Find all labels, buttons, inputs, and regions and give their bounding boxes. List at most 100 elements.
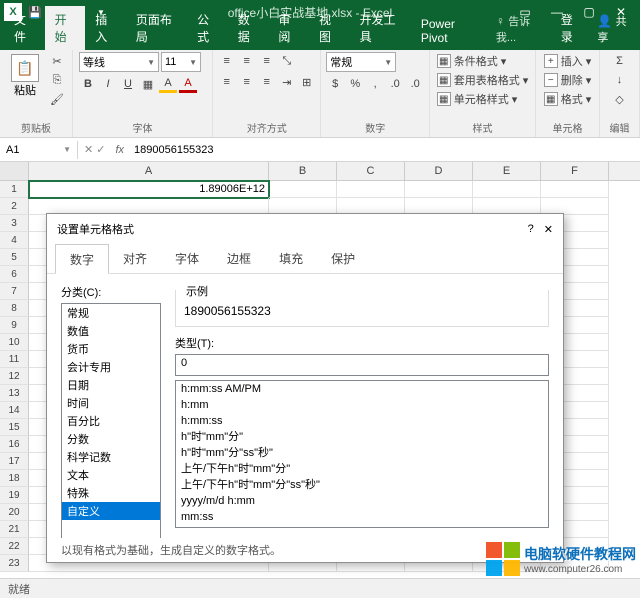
cell[interactable] (541, 181, 609, 198)
type-item[interactable]: mm:ss (176, 509, 548, 525)
font-name-combo[interactable]: 等线▼ (79, 52, 159, 72)
fx-icon[interactable]: fx (111, 144, 128, 156)
row-header[interactable]: 22 (0, 538, 29, 555)
row-header[interactable]: 23 (0, 555, 29, 572)
type-item[interactable]: mm:ss.0 (176, 525, 548, 528)
format-painter-icon[interactable]: 🖌 (48, 90, 66, 108)
row-header[interactable]: 20 (0, 504, 29, 521)
row-header[interactable]: 3 (0, 215, 29, 232)
percent-icon[interactable]: % (346, 75, 364, 93)
type-item[interactable]: h"时"mm"分"ss"秒" (176, 445, 548, 461)
align-left-icon[interactable]: ≡ (218, 73, 236, 91)
category-listbox[interactable]: 常规数值货币会计专用日期时间百分比分数科学记数文本特殊自定义 (61, 303, 161, 538)
type-item[interactable]: 上午/下午h"时"mm"分" (176, 461, 548, 477)
insert-cells-button[interactable]: +插入 ▾ (542, 52, 594, 70)
dlg-tab-number[interactable]: 数字 (55, 244, 109, 274)
tab-home[interactable]: 开始 (45, 6, 86, 50)
cell[interactable] (269, 181, 337, 198)
border-button[interactable]: ▦ (139, 75, 157, 93)
fill-icon[interactable]: ↓ (611, 71, 629, 89)
format-table-button[interactable]: ▦套用表格格式 ▾ (435, 71, 531, 89)
autosum-icon[interactable]: Σ (611, 52, 629, 70)
tab-formulas[interactable]: 公式 (187, 6, 228, 50)
conditional-format-button[interactable]: ▦条件格式 ▾ (435, 52, 509, 70)
row-header[interactable]: 10 (0, 334, 29, 351)
row-header[interactable]: 12 (0, 368, 29, 385)
category-item[interactable]: 科学记数 (62, 448, 160, 466)
tab-data[interactable]: 数据 (228, 6, 269, 50)
type-item[interactable]: h:mm:ss AM/PM (176, 381, 548, 397)
currency-icon[interactable]: $ (326, 75, 344, 93)
tab-dev[interactable]: 开发工具 (350, 6, 411, 50)
type-input[interactable]: 0 (175, 354, 549, 376)
indent-icon[interactable]: ⇥ (278, 73, 296, 91)
cancel-formula-icon[interactable]: ✕ (84, 143, 93, 156)
row-header[interactable]: 7 (0, 283, 29, 300)
cell[interactable] (473, 181, 541, 198)
increase-decimal-icon[interactable]: .0 (386, 75, 404, 93)
cell[interactable]: 1.89006E+12 (29, 181, 269, 198)
col-header[interactable]: D (405, 162, 473, 180)
dlg-tab-font[interactable]: 字体 (161, 244, 213, 273)
bold-button[interactable]: B (79, 75, 97, 93)
type-item[interactable]: yyyy/m/d h:mm (176, 493, 548, 509)
underline-button[interactable]: U (119, 75, 137, 93)
row-header[interactable]: 13 (0, 385, 29, 402)
name-box[interactable]: A1▼ (0, 141, 78, 159)
col-header[interactable]: A (29, 162, 269, 180)
font-color-button[interactable]: A (179, 75, 197, 93)
row-header[interactable]: 8 (0, 300, 29, 317)
row-header[interactable]: 14 (0, 402, 29, 419)
type-item[interactable]: 上午/下午h"时"mm"分"ss"秒" (176, 477, 548, 493)
row-header[interactable]: 18 (0, 470, 29, 487)
italic-button[interactable]: I (99, 75, 117, 93)
delete-cells-button[interactable]: −删除 ▾ (542, 71, 594, 89)
dlg-tab-align[interactable]: 对齐 (109, 244, 161, 273)
formula-bar-input[interactable]: 1890056155323 (128, 141, 640, 159)
row-header[interactable]: 19 (0, 487, 29, 504)
number-format-combo[interactable]: 常规▼ (326, 52, 396, 72)
dlg-tab-protect[interactable]: 保护 (317, 244, 369, 273)
category-item[interactable]: 特殊 (62, 484, 160, 502)
cell[interactable] (337, 181, 405, 198)
category-item[interactable]: 日期 (62, 376, 160, 394)
category-item[interactable]: 货币 (62, 340, 160, 358)
tab-review[interactable]: 审阅 (268, 6, 309, 50)
col-header[interactable]: E (473, 162, 541, 180)
col-header[interactable]: C (337, 162, 405, 180)
type-listbox[interactable]: h:mm:ss AM/PMh:mmh:mm:ssh"时"mm"分"h"时"mm"… (175, 380, 549, 528)
paste-button[interactable]: 📋 粘贴 (6, 52, 44, 100)
cell-styles-button[interactable]: ▦单元格样式 ▾ (435, 90, 520, 108)
align-top-icon[interactable]: ≡ (218, 52, 236, 70)
type-item[interactable]: h"时"mm"分" (176, 429, 548, 445)
tab-view[interactable]: 视图 (309, 6, 350, 50)
align-middle-icon[interactable]: ≡ (238, 52, 256, 70)
comma-icon[interactable]: , (366, 75, 384, 93)
format-cells-button[interactable]: ▦格式 ▾ (542, 90, 594, 108)
row-header[interactable]: 5 (0, 249, 29, 266)
col-header[interactable]: B (269, 162, 337, 180)
select-all-corner[interactable] (0, 162, 29, 180)
type-item[interactable]: h:mm:ss (176, 413, 548, 429)
align-center-icon[interactable]: ≡ (238, 73, 256, 91)
fill-color-button[interactable]: A (159, 75, 177, 93)
row-header[interactable]: 17 (0, 453, 29, 470)
enter-formula-icon[interactable]: ✓ (96, 143, 105, 156)
category-item[interactable]: 常规 (62, 304, 160, 322)
copy-icon[interactable]: ⎘ (48, 71, 66, 89)
clear-icon[interactable]: ◇ (611, 90, 629, 108)
tab-power[interactable]: Power Pivot (411, 12, 486, 50)
row-header[interactable]: 15 (0, 419, 29, 436)
tab-layout[interactable]: 页面布局 (126, 6, 187, 50)
type-item[interactable]: h:mm (176, 397, 548, 413)
category-item[interactable]: 时间 (62, 394, 160, 412)
dlg-tab-fill[interactable]: 填充 (265, 244, 317, 273)
tab-insert[interactable]: 插入 (85, 6, 126, 50)
col-header[interactable]: F (541, 162, 609, 180)
login-link[interactable]: 登录 (553, 6, 590, 50)
cell[interactable] (405, 181, 473, 198)
decrease-decimal-icon[interactable]: .0 (406, 75, 424, 93)
category-item[interactable]: 百分比 (62, 412, 160, 430)
row-header[interactable]: 1 (0, 181, 29, 198)
cut-icon[interactable]: ✂ (48, 52, 66, 70)
